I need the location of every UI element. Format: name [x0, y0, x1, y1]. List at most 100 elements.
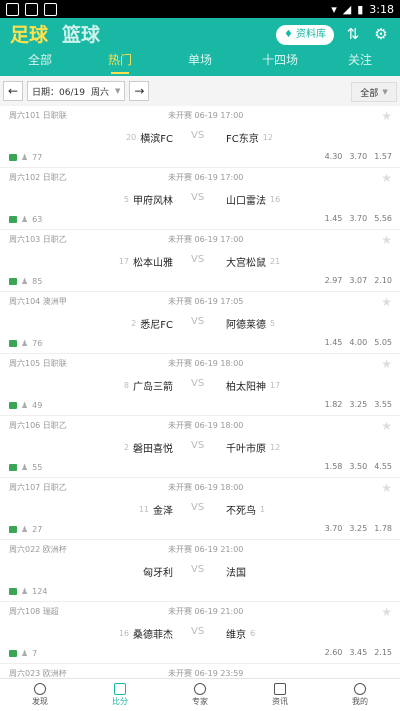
match-row[interactable]: 周六105 日职联 未开赛 06-19 18:00 ★ 8 广岛三箭 VS 柏太阳…	[0, 354, 400, 416]
chevron-down-icon: ▼	[114, 87, 121, 95]
vs-label: VS	[191, 192, 205, 203]
database-button[interactable]: ♦ 资料库	[276, 25, 334, 45]
tab-fourteen[interactable]: 十四场	[240, 48, 320, 76]
prev-day-button[interactable]: ←	[3, 81, 23, 101]
match-row[interactable]: 周六107 日职乙 未开赛 06-19 18:00 ★ 11 金泽 VS 不死鸟 1…	[0, 478, 400, 540]
user-icon: ♟	[21, 649, 29, 658]
vs-label: VS	[191, 378, 205, 389]
vs-label: VS	[191, 626, 205, 637]
match-status: 未开赛 06-19 18:00	[168, 421, 244, 430]
nav-label: 发现	[32, 697, 48, 706]
wifi-icon: ▾	[331, 2, 337, 16]
star-icon[interactable]: ★	[381, 233, 392, 247]
match-status: 未开赛 06-19 18:00	[168, 359, 244, 368]
tab-all[interactable]: 全部	[0, 48, 80, 76]
next-day-button[interactable]: →	[129, 81, 150, 101]
league-label: 周六105 日职联	[9, 359, 67, 368]
league-label: 周六103 日职乙	[9, 235, 67, 244]
tab-hot[interactable]: 热门	[80, 48, 160, 76]
sort-icon[interactable]: ⇅	[344, 25, 362, 43]
match-meta: ♟ 7	[9, 649, 37, 658]
nav-expert[interactable]: 专家	[160, 679, 240, 711]
match-status: 未开赛 06-19 17:00	[168, 173, 244, 182]
nav-label: 比分	[112, 697, 128, 706]
table-icon	[9, 278, 17, 285]
league-label: 周六108 瑞超	[9, 607, 59, 616]
news-icon	[274, 683, 286, 695]
match-row[interactable]: 周六102 日职乙 未开赛 06-19 17:00 ★ 5 甲府风林 VS 山口雷…	[0, 168, 400, 230]
match-row[interactable]: 周六022 欧洲杯 未开赛 06-19 21:00 匈牙利 VS 法国 ♟ 124	[0, 540, 400, 602]
status-bar: ▾ ◢ ▮ 3:18	[0, 0, 400, 18]
user-icon: ♟	[21, 153, 29, 162]
star-icon[interactable]: ★	[381, 481, 392, 495]
odds: 4.30 3.70 1.57	[324, 152, 392, 161]
home-team: 11 金泽	[138, 505, 173, 517]
date-label: 日期：06/19	[32, 87, 85, 98]
match-meta: ♟ 85	[9, 277, 42, 286]
match-meta: ♟ 63	[9, 215, 42, 224]
match-meta: ♟ 76	[9, 339, 42, 348]
compass-icon	[34, 683, 46, 695]
filter-bar: ← 日期：06/19 周六 ▼ → 全部 ▼	[0, 76, 400, 106]
tab-single[interactable]: 单场	[160, 48, 240, 76]
vs-label: VS	[191, 254, 205, 265]
user-icon: ♟	[21, 401, 29, 410]
star-icon[interactable]: ★	[381, 171, 392, 185]
table-icon	[9, 154, 17, 161]
match-row[interactable]: 周六106 日职乙 未开赛 06-19 18:00 ★ 2 磐田喜悦 VS 千叶市…	[0, 416, 400, 478]
user-icon: ♟	[21, 525, 29, 534]
match-meta: ♟ 77	[9, 153, 42, 162]
match-status: 未开赛 06-19 17:05	[168, 297, 244, 306]
table-icon	[9, 216, 17, 223]
trophy-icon: ♦	[284, 29, 293, 40]
nav-score[interactable]: 比分	[80, 679, 160, 711]
match-list: 周六101 日职联 未开赛 06-19 17:00 ★ 20 横滨FC VS FC…	[0, 106, 400, 679]
download-icon	[44, 2, 57, 16]
signal-icon: ◢	[342, 2, 352, 16]
nav-mine[interactable]: 我的	[320, 679, 400, 711]
star-icon[interactable]: ★	[381, 419, 392, 433]
vs-label: VS	[191, 502, 205, 513]
match-status: 未开赛 06-19 21:00	[168, 607, 244, 616]
sport-tab-football[interactable]: 足球	[10, 20, 48, 47]
nav-label: 我的	[352, 697, 368, 706]
nav-news[interactable]: 资讯	[240, 679, 320, 711]
vs-label: VS	[191, 316, 205, 327]
odds: 1.45 4.00 5.05	[324, 338, 392, 347]
user-icon: ♟	[21, 339, 29, 348]
settings-icon[interactable]: ⚙	[372, 25, 390, 43]
away-team: 维京 6	[226, 629, 256, 641]
user-icon: ♟	[21, 587, 29, 596]
star-icon[interactable]: ★	[381, 605, 392, 619]
odds: 1.45 3.70 5.56	[324, 214, 392, 223]
user-profile-icon	[354, 683, 366, 695]
scoreboard-icon	[114, 683, 126, 695]
clock: 3:18	[369, 2, 394, 16]
table-icon	[9, 650, 17, 657]
league-filter-label: 全部	[360, 88, 379, 99]
home-team: 5 甲府风林	[123, 195, 173, 207]
nav-discover[interactable]: 发现	[0, 679, 80, 711]
star-icon[interactable]: ★	[381, 357, 392, 371]
league-filter-select[interactable]: 全部 ▼	[351, 82, 397, 102]
match-status: 未开赛 06-19 21:00	[168, 545, 244, 554]
user-icon: ♟	[21, 277, 29, 286]
star-icon[interactable]: ★	[381, 295, 392, 309]
match-row[interactable]: 周六101 日职联 未开赛 06-19 17:00 ★ 20 横滨FC VS FC…	[0, 106, 400, 168]
match-status: 未开赛 06-19 18:00	[168, 483, 244, 492]
match-row[interactable]: 周六108 瑞超 未开赛 06-19 21:00 ★ 16 桑德菲杰 VS 维京 6…	[0, 602, 400, 664]
match-row[interactable]: 周六103 日职乙 未开赛 06-19 17:00 ★ 17 松本山雅 VS 大宫…	[0, 230, 400, 292]
odds: 3.70 3.25 1.78	[324, 524, 392, 533]
date-selector[interactable]: 日期：06/19 周六 ▼	[27, 81, 126, 101]
home-team: 2 悉尼FC	[131, 319, 173, 331]
star-icon[interactable]: ★	[381, 109, 392, 123]
database-label: 资料库	[296, 29, 326, 40]
app-header: 足球 篮球 ♦ 资料库 ⇅ ⚙ 全部 热门 单场 十四场 关注	[0, 18, 400, 76]
sport-tab-basketball[interactable]: 篮球	[62, 20, 100, 47]
away-team: 不死鸟 1	[226, 505, 266, 517]
tab-follow[interactable]: 关注	[320, 48, 400, 76]
category-tabs: 全部 热门 单场 十四场 关注	[0, 48, 400, 76]
match-row[interactable]: 周六023 欧洲杯 未开赛 06-19 23:59	[0, 664, 400, 679]
match-status: 未开赛 06-19 17:00	[168, 235, 244, 244]
match-row[interactable]: 周六104 澳洲甲 未开赛 06-19 17:05 ★ 2 悉尼FC VS 阿德莱…	[0, 292, 400, 354]
